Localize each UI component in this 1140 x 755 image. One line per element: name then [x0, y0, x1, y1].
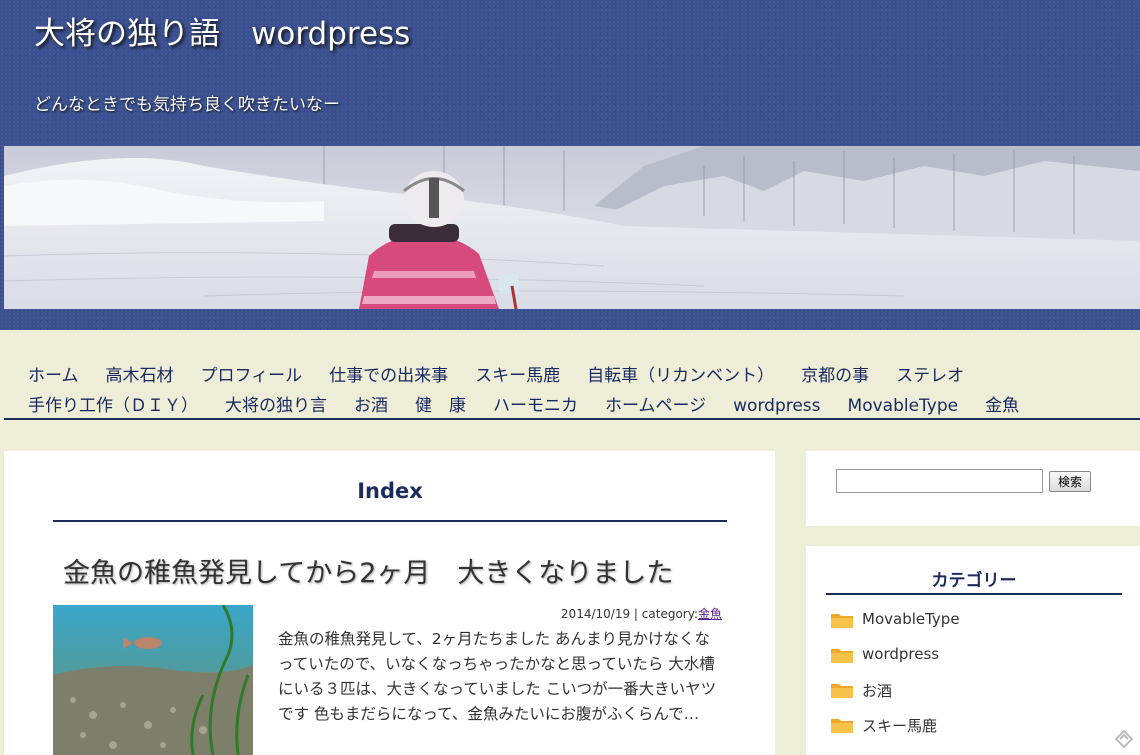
folder-icon — [831, 614, 853, 628]
category-item-ski[interactable]: スキー馬鹿 — [830, 715, 960, 750]
category-item-wordpress[interactable]: wordpress — [830, 645, 960, 680]
nav-item-ski[interactable]: スキー馬鹿 — [475, 361, 560, 386]
nav-item-diy[interactable]: 手作り工作（ＤＩＹ） — [28, 391, 198, 416]
post-thumbnail[interactable] — [53, 605, 253, 755]
site-title[interactable]: 大将の独り語 wordpress — [34, 8, 410, 53]
tag-icon — [1114, 729, 1134, 749]
category-heading: カテゴリー — [931, 571, 1017, 591]
index-divider — [53, 520, 727, 522]
nav-item-homepage[interactable]: ホームページ — [605, 391, 706, 416]
category-label: スキー馬鹿 — [862, 717, 938, 735]
post-date: 2014/10/19 — [560, 607, 631, 621]
post-excerpt: 金魚の稚魚発見して、2ヶ月たちました あんまり見かけなくなっていたので、いなくな… — [278, 630, 717, 723]
nav-item-stereo[interactable]: ステレオ — [896, 361, 964, 386]
category-item-sake[interactable]: お酒 — [830, 680, 960, 715]
folder-icon — [831, 719, 853, 733]
search-button[interactable]: 検索 — [1049, 471, 1091, 492]
nav-row-1: ホーム 高木石材 プロフィール 仕事での出来事 スキー馬鹿 自転車（リカンベント） 京都の事… — [28, 361, 991, 386]
site-header: 大将の独り語 wordpress どんなときでも気持ち良く吹きたいなー — [0, 0, 1140, 330]
nav-item-home[interactable]: ホーム — [28, 361, 79, 386]
search-input[interactable] — [836, 469, 1043, 493]
category-item-movabletype[interactable]: MovableType — [830, 610, 960, 645]
meta-separator: | — [633, 607, 642, 621]
post-category-link[interactable]: 金魚 — [698, 607, 722, 621]
header-banner-image — [4, 146, 1140, 309]
category-list: MovableType wordpress お酒 スキー馬鹿 — [830, 610, 960, 750]
nav-item-harmonica[interactable]: ハーモニカ — [493, 391, 578, 416]
nav-item-goldfish[interactable]: 金魚 — [985, 391, 1019, 416]
search-widget: 検索 — [806, 451, 1140, 526]
category-widget: カテゴリー MovableType wordpress お酒 スキー馬鹿 — [806, 546, 1140, 755]
post-category-label: category: — [641, 607, 698, 621]
index-heading: Index — [357, 479, 423, 503]
post-title[interactable]: 金魚の稚魚発見してから2ヶ月 大きくなりました — [63, 551, 673, 590]
nav-item-profile[interactable]: プロフィール — [201, 361, 303, 386]
category-label: お酒 — [862, 682, 893, 700]
nav-item-sake[interactable]: お酒 — [354, 391, 388, 416]
category-label: wordpress — [862, 645, 940, 663]
site-description: どんなときでも気持ち良く吹きたいなー — [34, 95, 340, 115]
nav-row-2: 手作り工作（ＤＩＹ） 大将の独り言 お酒 健 康 ハーモニカ ホームページ wordpres… — [28, 391, 1046, 416]
nav-item-movabletype[interactable]: MovableType — [848, 396, 959, 416]
folder-icon — [831, 684, 853, 698]
folder-icon — [831, 649, 853, 663]
main-content: Index 金魚の稚魚発見してから2ヶ月 大きくなりました 2014/10/19… — [4, 451, 775, 755]
nav-item-health[interactable]: 健 康 — [415, 391, 466, 416]
post-meta: 2014/10/19 | category:金魚 — [561, 605, 722, 622]
category-divider — [826, 593, 1122, 595]
nav-item-wordpress[interactable]: wordpress — [733, 396, 820, 416]
nav-item-bicycle[interactable]: 自転車（リカンベント） — [587, 361, 774, 386]
nav-item-monologue[interactable]: 大将の独り言 — [225, 391, 327, 416]
nav-item-kyoto[interactable]: 京都の事 — [801, 361, 869, 386]
global-nav: ホーム 高木石材 プロフィール 仕事での出来事 スキー馬鹿 自転車（リカンベント） 京都の事… — [0, 330, 1140, 422]
nav-item-takagi-sekizai[interactable]: 高木石材 — [106, 361, 174, 386]
nav-item-work-events[interactable]: 仕事での出来事 — [329, 361, 448, 386]
nav-divider — [4, 418, 1140, 420]
category-label: MovableType — [862, 610, 960, 628]
